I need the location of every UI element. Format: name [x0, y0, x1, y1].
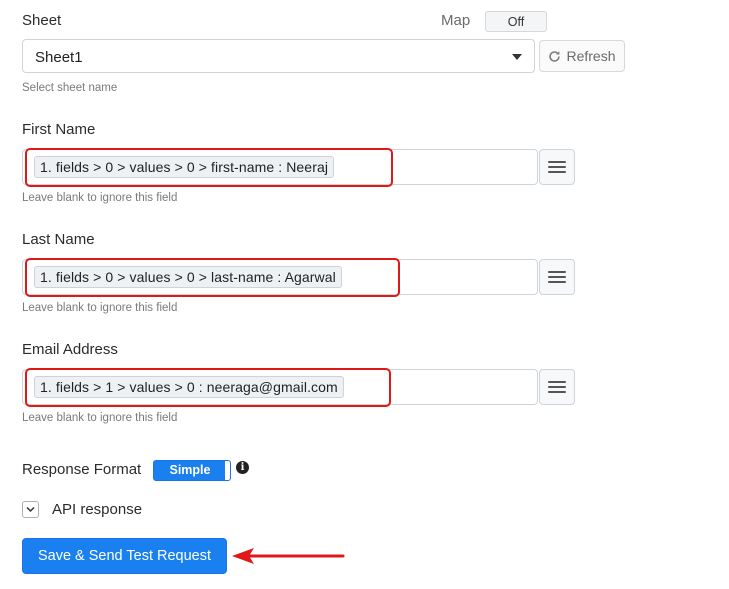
first-name-label: First Name: [22, 121, 96, 138]
hamburger-icon: [548, 381, 566, 383]
sheet-hint: Select sheet name: [22, 82, 118, 94]
first-name-hint: Leave blank to ignore this field: [22, 192, 178, 204]
sheet-select-value: Sheet1: [35, 49, 83, 66]
sheet-select[interactable]: Sheet1: [22, 39, 535, 73]
last-name-hint: Leave blank to ignore this field: [22, 302, 178, 314]
map-label: Map: [441, 12, 471, 29]
chevron-down-icon: [26, 506, 35, 513]
save-send-test-request-button[interactable]: Save & Send Test Request: [22, 538, 227, 574]
caret-down-icon: [512, 54, 522, 60]
last-name-label: Last Name: [22, 231, 95, 248]
sheet-label: Sheet: [22, 12, 62, 29]
api-response-label[interactable]: API response: [52, 501, 142, 518]
email-hint: Leave blank to ignore this field: [22, 412, 178, 424]
email-menu-button[interactable]: [539, 369, 575, 405]
arrow-left-icon: [232, 548, 345, 564]
response-format-label: Response Format: [22, 461, 142, 478]
hamburger-icon: [548, 271, 566, 273]
refresh-button[interactable]: Refresh: [539, 40, 625, 72]
refresh-label: Refresh: [566, 48, 616, 64]
last-name-field[interactable]: 1. fields > 0 > values > 0 > last-name :…: [22, 259, 538, 295]
info-icon[interactable]: i: [236, 461, 249, 474]
hamburger-icon: [548, 161, 566, 163]
toggle-knob: [225, 461, 230, 480]
refresh-icon: [549, 50, 561, 62]
api-response-toggle[interactable]: [22, 501, 39, 518]
email-chip[interactable]: 1. fields > 1 > values > 0 : neeraga@gma…: [34, 376, 344, 398]
last-name-menu-button[interactable]: [539, 259, 575, 295]
first-name-chip[interactable]: 1. fields > 0 > values > 0 > first-name …: [34, 156, 335, 178]
response-format-toggle[interactable]: Simple: [153, 460, 231, 481]
email-label: Email Address: [22, 341, 118, 358]
first-name-field[interactable]: 1. fields > 0 > values > 0 > first-name …: [22, 149, 538, 185]
first-name-menu-button[interactable]: [539, 149, 575, 185]
map-toggle[interactable]: Off: [485, 11, 547, 32]
email-field[interactable]: 1. fields > 1 > values > 0 : neeraga@gma…: [22, 369, 538, 405]
response-format-value: Simple: [169, 463, 211, 477]
last-name-chip[interactable]: 1. fields > 0 > values > 0 > last-name :…: [34, 266, 342, 288]
